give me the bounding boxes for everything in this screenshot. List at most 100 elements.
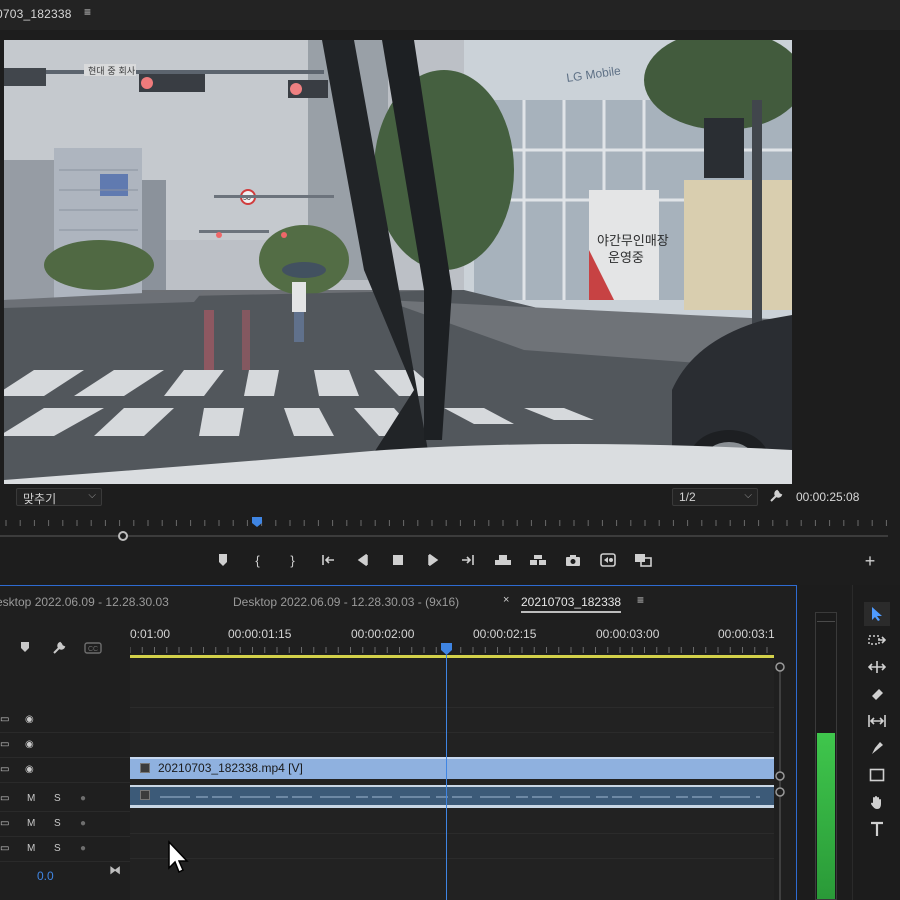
program-video-frame[interactable]: 야간무인매장 운영중 LG Mobile 현대 중 회사 50 — [4, 40, 792, 484]
compare-icon[interactable] — [590, 550, 625, 570]
go-to-in-icon[interactable] — [310, 550, 345, 570]
meter-level-fill — [817, 733, 835, 899]
tab-sequence-desktop[interactable]: esktop 2022.06.09 - 12.28.30.03 — [0, 595, 169, 609]
stop-icon[interactable] — [380, 550, 415, 570]
eye-icon[interactable]: ◉ — [25, 714, 34, 725]
fx-badge-icon — [140, 763, 150, 773]
track-header-a1: ▭ M S ● — [0, 787, 130, 812]
program-playhead[interactable] — [251, 516, 263, 528]
zoom-scroll-bar[interactable] — [0, 535, 888, 537]
work-area-bar[interactable] — [130, 655, 774, 658]
solo-button[interactable]: S — [54, 793, 61, 804]
timeline-playhead[interactable] — [441, 643, 452, 655]
hand-icon[interactable] — [864, 790, 890, 814]
rectangle-icon[interactable] — [864, 763, 890, 787]
video-clip-name: 20210703_182338.mp4 [V] — [158, 761, 303, 775]
multi-cam-icon[interactable] — [625, 550, 660, 570]
video-clip[interactable]: 20210703_182338.mp4 [V] — [130, 757, 774, 779]
zoom-to-sequence-icon[interactable]: ⧓ — [109, 863, 121, 877]
audio-level-meter — [815, 612, 837, 900]
master-volume-value[interactable]: 0.0 — [37, 869, 54, 883]
tab-sequence-desktop-9x16[interactable]: Desktop 2022.06.09 - 12.28.30.03 - (9x16… — [233, 595, 459, 609]
add-button-icon[interactable]: + — [860, 551, 880, 571]
fit-zoom-select[interactable]: 맞추기 ⌵ — [16, 488, 102, 506]
go-to-out-icon[interactable] — [450, 550, 485, 570]
wrench-icon[interactable] — [768, 488, 784, 504]
timeline-vertical-scrollbar[interactable] — [774, 655, 786, 900]
captions-icon[interactable]: CC — [84, 642, 102, 654]
mark-out-icon[interactable]: } — [275, 550, 310, 570]
ruler-label: 0:01:00 — [130, 627, 171, 641]
fx-badge-icon — [140, 790, 150, 800]
mute-button[interactable]: M — [27, 793, 35, 804]
track-header-v3: ▭ ◉ — [0, 708, 130, 733]
lift-icon[interactable] — [485, 550, 520, 570]
slip-icon[interactable] — [864, 709, 890, 733]
program-time-ruler[interactable] — [0, 516, 888, 528]
video-scene: 야간무인매장 운영중 LG Mobile 현대 중 회사 50 — [4, 40, 792, 484]
step-forward-icon[interactable] — [415, 550, 450, 570]
timeline-tabs: esktop 2022.06.09 - 12.28.30.03 Desktop … — [0, 586, 797, 616]
hamburger-icon[interactable]: ≡ — [84, 5, 91, 19]
chevron-down-icon: ⌵ — [88, 490, 96, 501]
program-monitor-header: 0703_182338 ≡ — [0, 0, 900, 30]
track-output-icon[interactable]: ▭ — [0, 793, 9, 804]
track-output-icon[interactable]: ▭ — [0, 843, 9, 854]
timeline-tracks-area[interactable] — [130, 659, 774, 900]
playback-resolution-select[interactable]: 1/2 ⌵ — [672, 488, 758, 506]
ripple-edit-icon[interactable] — [864, 655, 890, 679]
film-toggle-icon[interactable]: ▭ — [0, 739, 9, 750]
ruler-label: 00:00:03:00 — [596, 627, 660, 641]
extract-icon[interactable] — [520, 550, 555, 570]
add-marker-icon[interactable] — [19, 641, 31, 653]
playhead-timecode[interactable]: 00:00:25:08 — [796, 490, 859, 504]
timeline-toolbar: CC — [0, 629, 130, 657]
tab-sequence-active[interactable]: 20210703_182338 — [521, 595, 622, 613]
meter-peak-cap — [817, 621, 835, 622]
microphone-icon[interactable]: ● — [80, 793, 86, 804]
track-header-v2: ▭ ◉ — [0, 733, 130, 758]
playhead-line — [446, 655, 447, 900]
timeline-time-ruler[interactable]: 0:01:00 00:00:01:15 00:00:02:00 00:00:02… — [130, 627, 775, 657]
razor-icon[interactable] — [864, 682, 890, 706]
track-header-a3: ▭ M S ● — [0, 837, 130, 862]
audio-waveform — [160, 796, 760, 798]
ruler-label: 00:00:02:15 — [473, 627, 537, 641]
track-lane — [130, 809, 774, 834]
track-lane — [130, 683, 774, 708]
mute-button[interactable]: M — [27, 843, 35, 854]
track-output-icon[interactable]: ▭ — [0, 818, 9, 829]
track-select-icon[interactable] — [864, 628, 890, 652]
film-toggle-icon[interactable]: ▭ — [0, 764, 9, 775]
chevron-down-icon: ⌵ — [744, 490, 752, 501]
solo-button[interactable]: S — [54, 818, 61, 829]
pen-icon[interactable] — [864, 736, 890, 760]
timeline-settings-wrench-icon[interactable] — [51, 640, 67, 656]
eye-icon[interactable]: ◉ — [25, 739, 34, 750]
step-back-icon[interactable] — [345, 550, 380, 570]
mark-in-icon[interactable]: { — [240, 550, 275, 570]
mute-button[interactable]: M — [27, 818, 35, 829]
microphone-icon[interactable]: ● — [80, 843, 86, 854]
tab-active-underline — [521, 611, 622, 613]
eye-icon[interactable]: ◉ — [25, 764, 34, 775]
export-frame-icon[interactable] — [555, 550, 590, 570]
ruler-label: 00:00:02:00 — [351, 627, 415, 641]
close-icon[interactable]: × — [503, 594, 509, 606]
marker-icon[interactable] — [205, 550, 240, 570]
transport-controls: { } — [205, 550, 660, 570]
selection-icon[interactable] — [864, 602, 890, 626]
film-toggle-icon[interactable]: ▭ — [0, 714, 9, 725]
panel-menu-icon[interactable]: ≡ — [637, 593, 644, 607]
ruler-label: 00:00:03:1 — [718, 627, 775, 641]
track-header-v1: ▭ ◉ — [0, 758, 130, 783]
ruler-label: 00:00:01:15 — [228, 627, 292, 641]
type-icon[interactable] — [864, 817, 890, 841]
solo-button[interactable]: S — [54, 843, 61, 854]
audio-clip[interactable] — [130, 785, 774, 808]
zoom-scroll-handle[interactable] — [118, 531, 128, 541]
mouse-cursor-icon — [168, 840, 189, 874]
microphone-icon[interactable]: ● — [80, 818, 86, 829]
track-lane — [130, 733, 774, 758]
track-header-a2: ▭ M S ● — [0, 812, 130, 837]
